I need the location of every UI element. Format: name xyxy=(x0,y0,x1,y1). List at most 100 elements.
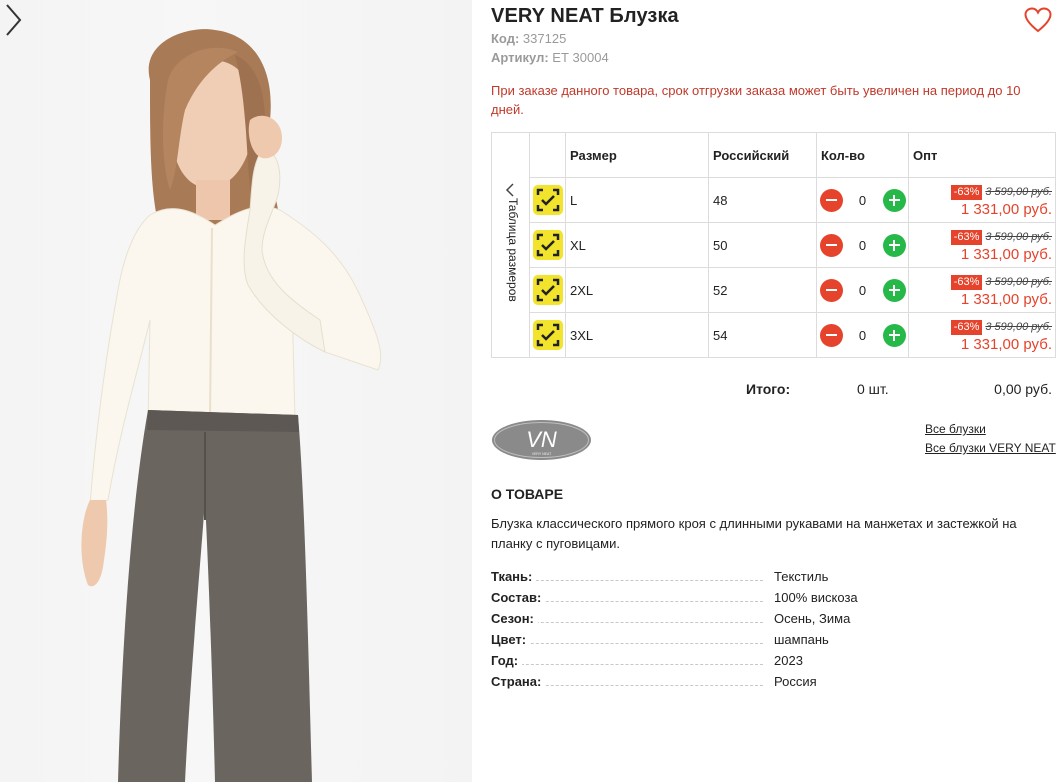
property-row: Год: 2023 xyxy=(491,651,971,672)
table-row: 2XL 52 0 -63% 3 599,00 руб. 1 331,00 руб. xyxy=(492,267,1056,313)
wholesale-price: 1 331,00 руб. xyxy=(960,245,1052,263)
product-photo[interactable] xyxy=(0,0,472,782)
price-cell: -63% 3 599,00 руб. 1 331,00 руб. xyxy=(908,177,1056,223)
old-price: 3 599,00 руб. xyxy=(985,185,1052,198)
product-code: Код: 337125 xyxy=(491,31,566,46)
property-key: Цвет: xyxy=(491,632,531,647)
discount-badge: -63% xyxy=(950,184,983,200)
about-description: Блузка классического прямого кроя с длин… xyxy=(491,516,1017,551)
table-row: 3XL 54 0 -63% 3 599,00 руб. 1 331,00 руб. xyxy=(492,312,1056,358)
property-value: Осень, Зима xyxy=(774,611,851,626)
header-size: Размер xyxy=(565,132,709,178)
header-russian: Российский xyxy=(708,132,817,178)
header-icon-col xyxy=(529,132,566,178)
discount-badge: -63% xyxy=(950,319,983,335)
wholesale-price: 1 331,00 руб. xyxy=(960,200,1052,218)
old-price: 3 599,00 руб. xyxy=(985,275,1052,288)
all-brand-blouses-link[interactable]: Все блузки VERY NEAT xyxy=(925,441,1056,455)
plus-icon[interactable] xyxy=(882,233,906,257)
all-blouses-link[interactable]: Все блузки xyxy=(925,422,986,436)
check-scan-icon xyxy=(532,275,563,305)
property-value: шампань xyxy=(774,632,829,647)
product-article: Артикул: ЕТ 30004 xyxy=(491,50,609,65)
plus-icon[interactable] xyxy=(882,323,906,347)
table-header-row: Таблица размеров Размер Российский Кол-в… xyxy=(491,132,1056,358)
availability-cell xyxy=(529,222,566,268)
wholesale-price: 1 331,00 руб. xyxy=(960,335,1052,353)
property-row: Страна: Россия xyxy=(491,672,971,693)
qty-value[interactable]: 0 xyxy=(843,283,883,298)
table-row: L 48 0 -63% 3 599,00 руб. 1 331,00 руб. xyxy=(492,177,1056,223)
old-price: 3 599,00 руб. xyxy=(985,320,1052,333)
code-label: Код: xyxy=(491,31,520,46)
discount-badge: -63% xyxy=(950,229,983,245)
brand-logo-text: VN xyxy=(526,427,557,452)
total-sum: 0,00 руб. xyxy=(994,381,1052,397)
qty-stepper: 0 xyxy=(816,222,909,268)
size-chart-toggle[interactable]: Таблица размеров xyxy=(491,132,530,358)
heart-outline-icon[interactable] xyxy=(1024,7,1052,33)
table-row: XL 50 0 -63% 3 599,00 руб. 1 331,00 руб. xyxy=(492,222,1056,268)
article-value: ЕТ 30004 xyxy=(552,50,609,65)
qty-value[interactable]: 0 xyxy=(843,328,883,343)
product-title: VERY NEAT Блузка xyxy=(491,5,679,27)
property-key: Состав: xyxy=(491,590,546,605)
property-key: Сезон: xyxy=(491,611,538,626)
property-value: Текстиль xyxy=(774,569,829,584)
property-row: Ткань: Текстиль xyxy=(491,567,971,588)
property-key: Ткань: xyxy=(491,569,537,584)
size-table: Таблица размеров Размер Российский Кол-в… xyxy=(491,132,1056,358)
chevron-left-icon[interactable] xyxy=(504,183,516,197)
property-value: 2023 xyxy=(774,653,803,668)
availability-cell xyxy=(529,312,566,358)
code-value: 337125 xyxy=(522,31,567,46)
minus-icon[interactable] xyxy=(819,278,843,302)
brand-logo[interactable]: VN VERY NEAT xyxy=(491,419,592,461)
minus-icon[interactable] xyxy=(819,323,843,347)
header-qty: Кол-во xyxy=(816,132,909,178)
about-heading: О ТОВАРЕ xyxy=(491,486,564,502)
plus-icon[interactable] xyxy=(882,278,906,302)
property-row: Состав: 100% вискоза xyxy=(491,588,971,609)
size-value: 2XL xyxy=(565,267,709,313)
property-key: Год: xyxy=(491,653,523,668)
check-scan-icon xyxy=(532,230,563,260)
chevron-right-icon[interactable] xyxy=(0,0,28,40)
property-row: Сезон: Осень, Зима xyxy=(491,609,971,630)
availability-cell xyxy=(529,267,566,313)
size-value: L xyxy=(565,177,709,223)
russian-size-value: 52 xyxy=(708,267,817,313)
plus-icon[interactable] xyxy=(882,188,906,212)
qty-stepper: 0 xyxy=(816,267,909,313)
old-price: 3 599,00 руб. xyxy=(985,230,1052,243)
minus-icon[interactable] xyxy=(819,188,843,212)
properties-list: Ткань: Текстиль Состав: 100% вискоза Сезон… xyxy=(491,567,971,693)
shipping-warning: При заказе данного товара, срок отгрузки… xyxy=(491,83,1021,117)
russian-size-value: 54 xyxy=(708,312,817,358)
property-row: Цвет: шампань xyxy=(491,630,971,651)
qty-stepper: 0 xyxy=(816,177,909,223)
article-label: Артикул: xyxy=(491,50,549,65)
russian-size-value: 50 xyxy=(708,222,817,268)
check-scan-icon xyxy=(532,320,563,350)
price-cell: -63% 3 599,00 руб. 1 331,00 руб. xyxy=(908,312,1056,358)
size-value: 3XL xyxy=(565,312,709,358)
size-value: XL xyxy=(565,222,709,268)
discount-badge: -63% xyxy=(950,274,983,290)
check-scan-icon xyxy=(532,185,563,215)
wholesale-price: 1 331,00 руб. xyxy=(960,290,1052,308)
size-chart-label[interactable]: Таблица размеров xyxy=(506,198,520,302)
availability-cell xyxy=(529,177,566,223)
qty-value[interactable]: 0 xyxy=(843,238,883,253)
total-qty: 0 шт. xyxy=(857,381,889,397)
model-illustration xyxy=(81,29,382,782)
property-key: Страна: xyxy=(491,674,546,689)
total-label: Итого: xyxy=(746,381,791,397)
russian-size-value: 48 xyxy=(708,177,817,223)
brand-logo-subtext: VERY NEAT xyxy=(532,452,552,456)
property-value: 100% вискоза xyxy=(774,590,858,605)
minus-icon[interactable] xyxy=(819,233,843,257)
qty-value[interactable]: 0 xyxy=(843,193,883,208)
price-cell: -63% 3 599,00 руб. 1 331,00 руб. xyxy=(908,222,1056,268)
header-price: Опт xyxy=(908,132,1056,178)
